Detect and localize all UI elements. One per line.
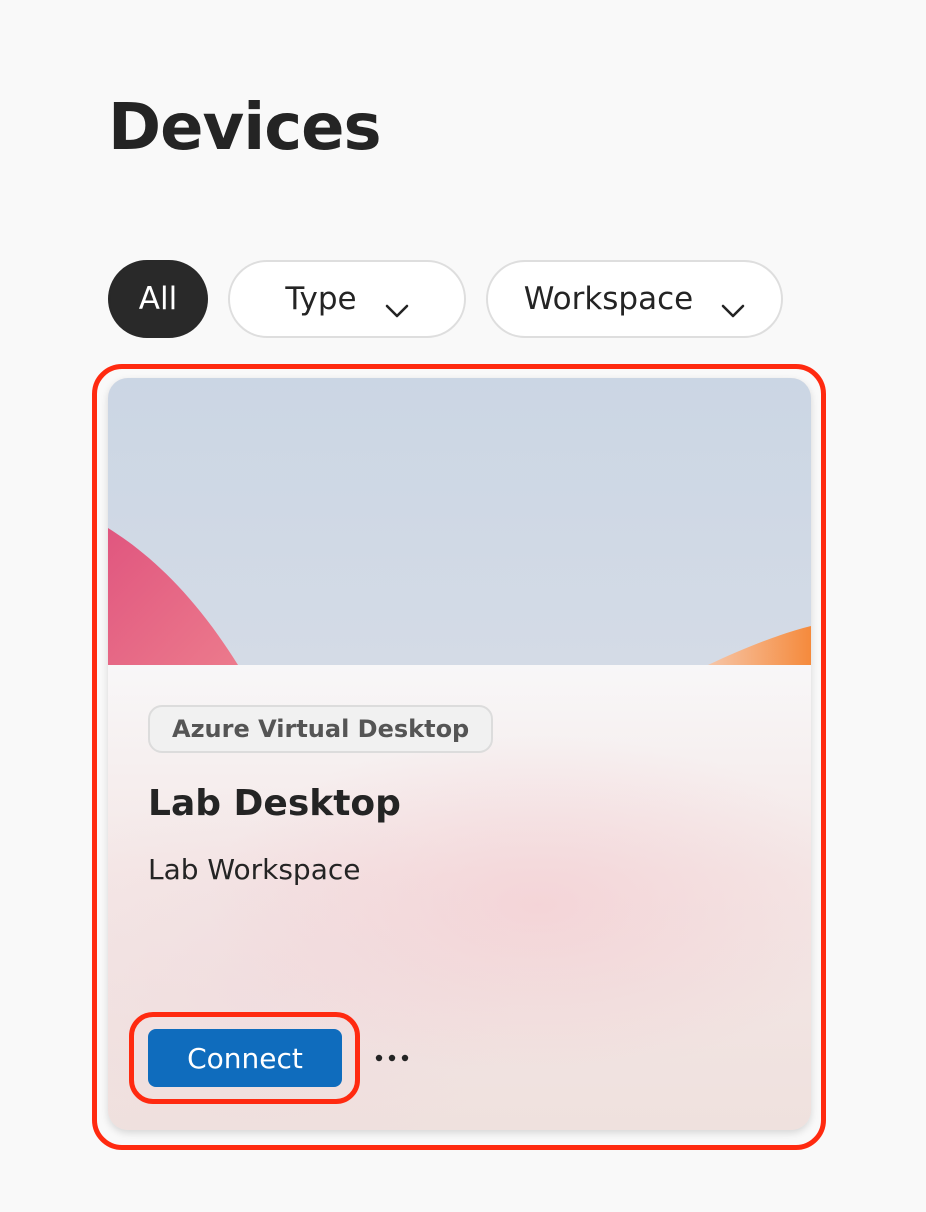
more-horizontal-icon xyxy=(375,1054,409,1062)
more-options-button[interactable] xyxy=(370,1038,414,1078)
page-title: Devices xyxy=(108,91,382,165)
chevron-down-icon xyxy=(385,291,409,318)
filter-all-chip[interactable]: All xyxy=(108,260,208,338)
filter-type-label: Type xyxy=(285,280,357,317)
device-workspace-name: Lab Workspace xyxy=(148,853,361,886)
chevron-down-icon xyxy=(721,291,745,318)
device-type-badge: Azure Virtual Desktop xyxy=(148,705,494,753)
device-card-wallpaper xyxy=(108,378,811,665)
filter-workspace-label: Workspace xyxy=(523,280,694,317)
filter-workspace-dropdown[interactable]: Workspace xyxy=(486,260,783,338)
filter-type-dropdown[interactable]: Type xyxy=(228,260,466,338)
filter-all-label: All xyxy=(138,280,178,317)
device-name: Lab Desktop xyxy=(148,783,401,824)
device-card[interactable]: Azure Virtual Desktop Lab Desktop Lab Wo… xyxy=(108,378,811,1130)
filter-bar: All Type Workspace xyxy=(108,260,783,338)
connect-button[interactable]: Connect xyxy=(148,1029,342,1087)
